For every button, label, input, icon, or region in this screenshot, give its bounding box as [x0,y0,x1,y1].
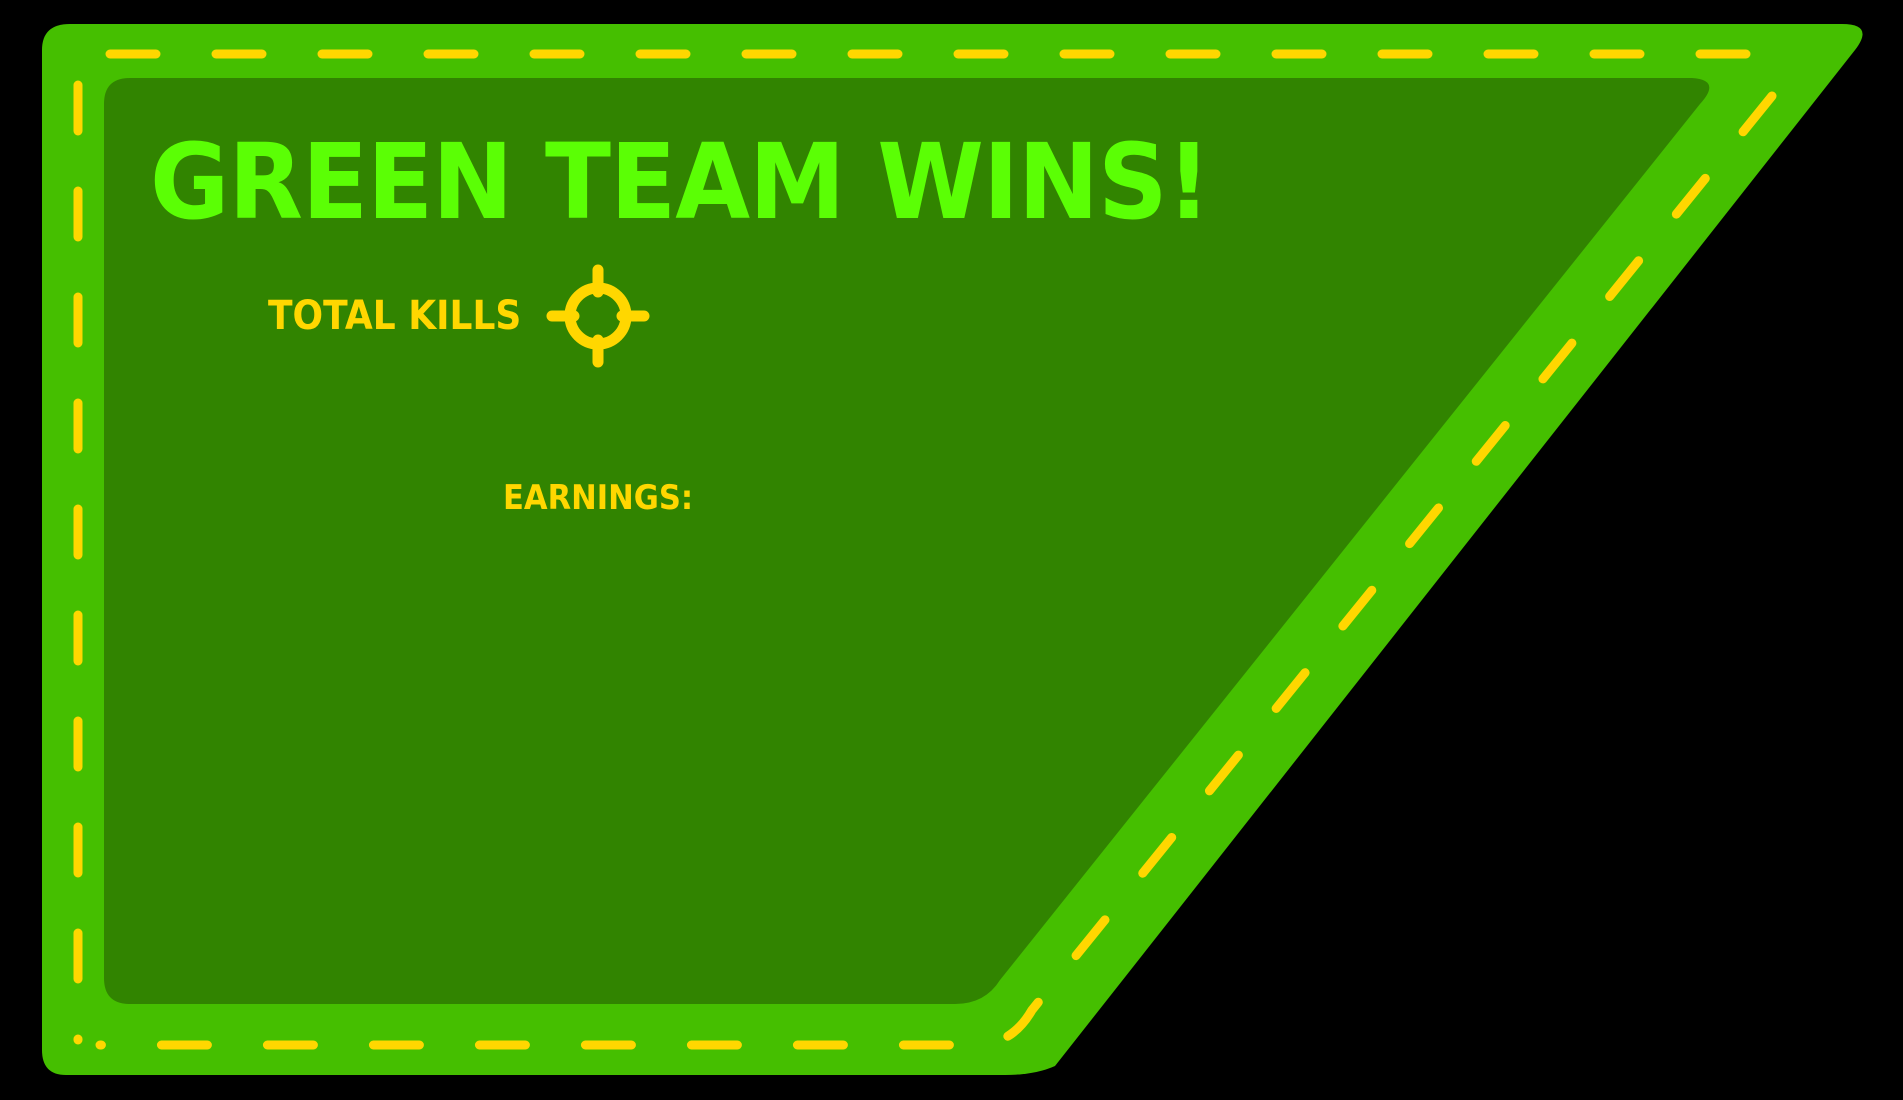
total-kills-label: TOTAL KILLS [268,293,522,339]
victory-screen: GREEN TEAM WINS! TOTAL KILLS EARNINGS: [0,0,1903,1100]
result-title: GREEN TEAM WINS! [150,121,1211,243]
crosshair-icon [546,264,650,368]
earnings-label: EARNINGS: [503,478,694,518]
total-kills-row: TOTAL KILLS [268,264,650,368]
